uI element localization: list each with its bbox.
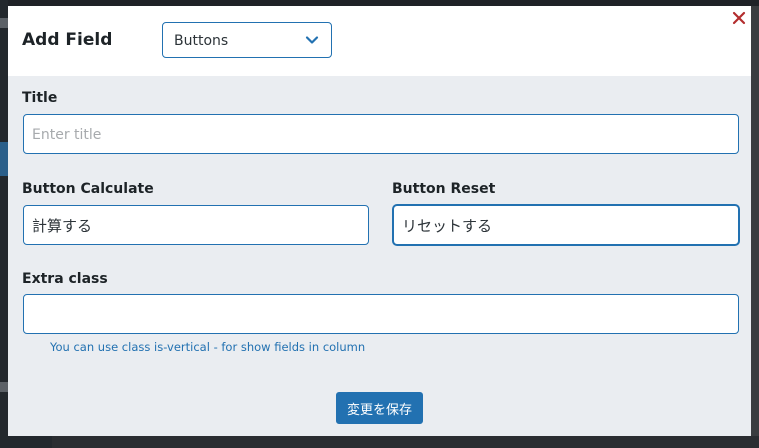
save-changes-button[interactable]: 変更を保存: [336, 392, 423, 424]
backdrop-bottom: [0, 436, 759, 448]
backdrop-mark: [0, 18, 8, 28]
extra-class-input[interactable]: [23, 294, 739, 334]
field-type-select[interactable]: Buttons: [162, 22, 332, 58]
backdrop-active-item: [0, 142, 8, 176]
field-type-value: Buttons: [174, 33, 229, 49]
backdrop-mark: [0, 382, 8, 392]
chevron-down-icon: [305, 36, 319, 44]
backdrop-sidebar: [0, 0, 8, 448]
title-label: Title: [22, 90, 58, 106]
button-reset-input[interactable]: [393, 205, 739, 245]
modal-header: Add Field Buttons: [8, 6, 751, 76]
title-input[interactable]: [23, 114, 739, 154]
close-icon[interactable]: [730, 9, 748, 27]
extra-class-hint: You can use class is-vertical - for show…: [50, 340, 366, 354]
modal-title: Add Field: [22, 30, 113, 50]
add-field-modal: Add Field Buttons Title Button Calculate…: [8, 6, 751, 436]
button-reset-label: Button Reset: [392, 181, 496, 197]
extra-class-label: Extra class: [22, 271, 108, 287]
button-calculate-label: Button Calculate: [22, 181, 154, 197]
backdrop-bottom-strip: [0, 436, 52, 448]
button-calculate-input[interactable]: [23, 205, 369, 245]
